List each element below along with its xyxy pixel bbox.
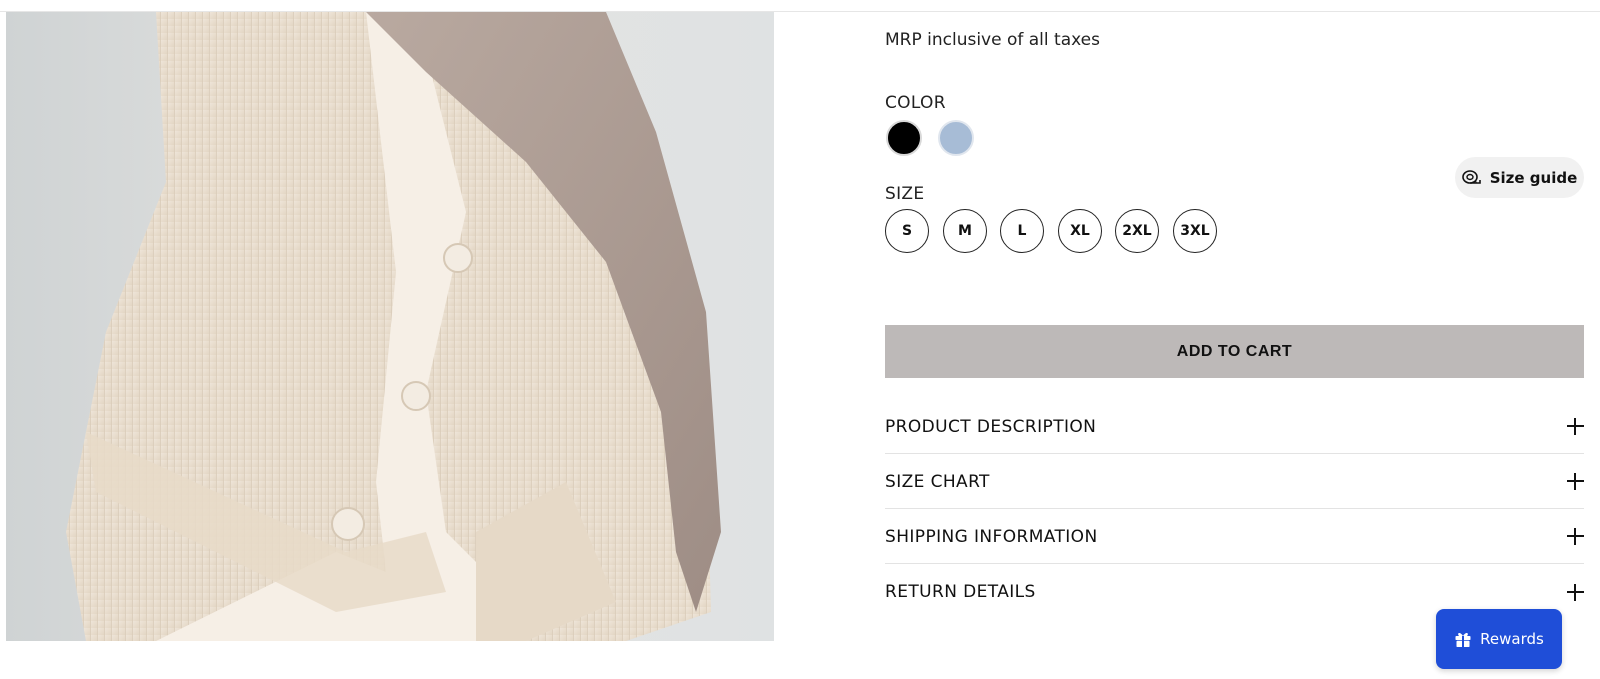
accordion-title: SIZE CHART xyxy=(885,471,990,492)
size-label: SIZE xyxy=(885,184,925,204)
gift-icon xyxy=(1454,630,1472,648)
accordion-product-description[interactable]: PRODUCT DESCRIPTION xyxy=(885,400,1584,454)
size-option-l[interactable]: L xyxy=(1000,209,1044,253)
cardigan-photo xyxy=(6,12,774,641)
size-option-m[interactable]: M xyxy=(943,209,987,253)
color-swatch-light-blue[interactable] xyxy=(938,120,974,156)
plus-icon[interactable] xyxy=(1567,473,1584,490)
tax-note: MRP inclusive of all taxes xyxy=(885,30,1100,50)
size-guide-button[interactable]: Size guide xyxy=(1455,157,1584,198)
add-to-cart-button[interactable]: ADD TO CART xyxy=(885,325,1584,378)
size-option-3xl[interactable]: 3XL xyxy=(1173,209,1217,253)
accordion-shipping-information[interactable]: SHIPPING INFORMATION xyxy=(885,510,1584,564)
rewards-button[interactable]: Rewards xyxy=(1436,609,1562,669)
plus-icon[interactable] xyxy=(1567,418,1584,435)
accordion-size-chart[interactable]: SIZE CHART xyxy=(885,455,1584,509)
size-option-xl[interactable]: XL xyxy=(1058,209,1102,253)
measuring-tape-icon xyxy=(1461,169,1482,186)
size-option-s[interactable]: S xyxy=(885,209,929,253)
size-option-2xl[interactable]: 2XL xyxy=(1115,209,1159,253)
accordion-title: SHIPPING INFORMATION xyxy=(885,526,1098,547)
product-image[interactable] xyxy=(6,12,774,641)
color-swatch-black[interactable] xyxy=(886,120,922,156)
product-page: MRP inclusive of all taxes COLOR SIZE S … xyxy=(0,0,1600,679)
plus-icon[interactable] xyxy=(1567,583,1584,601)
color-label: COLOR xyxy=(885,93,946,113)
rewards-label: Rewards xyxy=(1480,630,1544,648)
accordion-title: PRODUCT DESCRIPTION xyxy=(885,416,1097,437)
size-guide-label: Size guide xyxy=(1489,168,1578,187)
accordion-title: RETURN DETAILS xyxy=(885,582,1036,602)
plus-icon[interactable] xyxy=(1567,528,1584,545)
